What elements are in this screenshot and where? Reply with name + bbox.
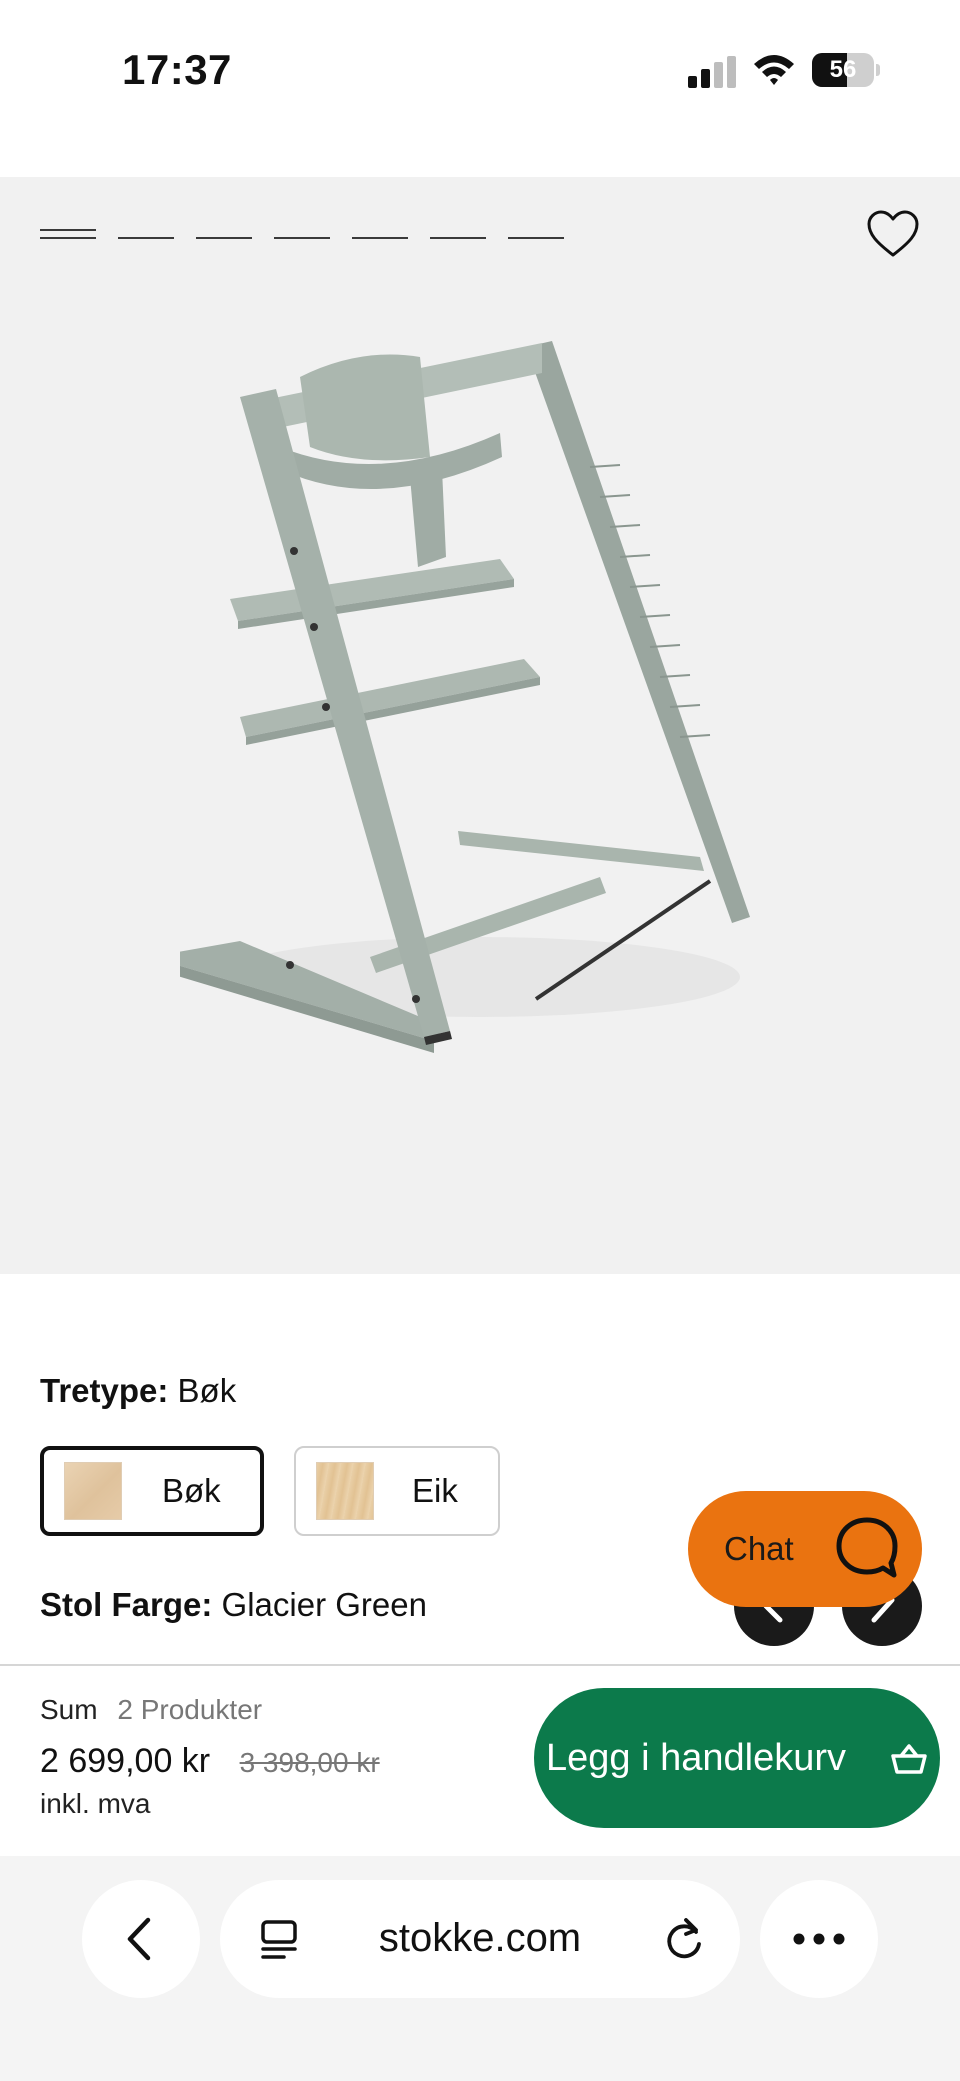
vat-note: inkl. mva [40,1788,151,1819]
chair-color-title: Stol Farge: [40,1586,213,1623]
chair-image [180,341,750,1053]
slide-dot[interactable] [196,229,252,239]
browser-more-button[interactable] [760,1880,878,1998]
wifi-icon [754,55,794,85]
reload-icon[interactable] [662,1916,706,1962]
cellular-signal-icon [688,56,736,88]
address-bar[interactable]: stokke.com [220,1880,740,1998]
slide-dot[interactable] [40,229,96,239]
wood-type-label: Tretype: Bøk [40,1372,236,1410]
add-to-cart-label: Legg i handlekurv [546,1736,846,1779]
sum-label: Sum [40,1694,98,1725]
price-row: 2 699,00 kr 3 398,00 kr [40,1742,380,1781]
slide-indicator [40,229,564,239]
slide-dot[interactable] [274,229,330,239]
product-count: 2 Produkter [117,1694,263,1725]
status-bar: 17:37 56 [0,0,960,140]
slide-dot[interactable] [118,229,174,239]
chat-button[interactable]: Chat [688,1491,922,1607]
cart-summary-bar: Sum 2 Produkter 2 699,00 kr 3 398,00 kr … [0,1664,960,1856]
browser-back-button[interactable] [82,1880,200,1998]
chair-color-label: Stol Farge: Glacier Green [40,1586,427,1624]
oak-swatch [316,1462,374,1520]
battery-level: 56 [829,56,857,83]
wood-option-label: Bøk [162,1472,221,1509]
beech-swatch [64,1462,122,1520]
original-price: 3 398,00 kr [239,1747,380,1778]
heart-icon[interactable] [866,209,920,259]
battery-icon: 56 [812,53,880,87]
current-price: 2 699,00 kr [40,1742,211,1780]
slide-dot[interactable] [352,229,408,239]
chat-label: Chat [724,1530,794,1567]
wood-option-bok[interactable]: Bøk [40,1446,264,1536]
wood-type-value: Bøk [177,1372,237,1409]
product-gallery[interactable] [0,177,960,1274]
sum-row: Sum 2 Produkter [40,1694,262,1726]
chair-color-value: Glacier Green [221,1586,427,1623]
slide-dot[interactable] [430,229,486,239]
more-icon [793,1933,845,1945]
basket-icon [891,1744,927,1774]
chat-bubble-icon [836,1517,898,1578]
wood-type-title: Tretype: [40,1372,169,1409]
wood-option-label: Eik [412,1472,458,1509]
slide-dot[interactable] [508,229,564,239]
wood-option-eik[interactable]: Eik [294,1446,500,1536]
add-to-cart-button[interactable]: Legg i handlekurv [534,1688,940,1828]
status-time: 17:37 [122,46,232,93]
back-icon [127,1917,151,1961]
browser-toolbar: stokke.com [0,1856,960,2081]
